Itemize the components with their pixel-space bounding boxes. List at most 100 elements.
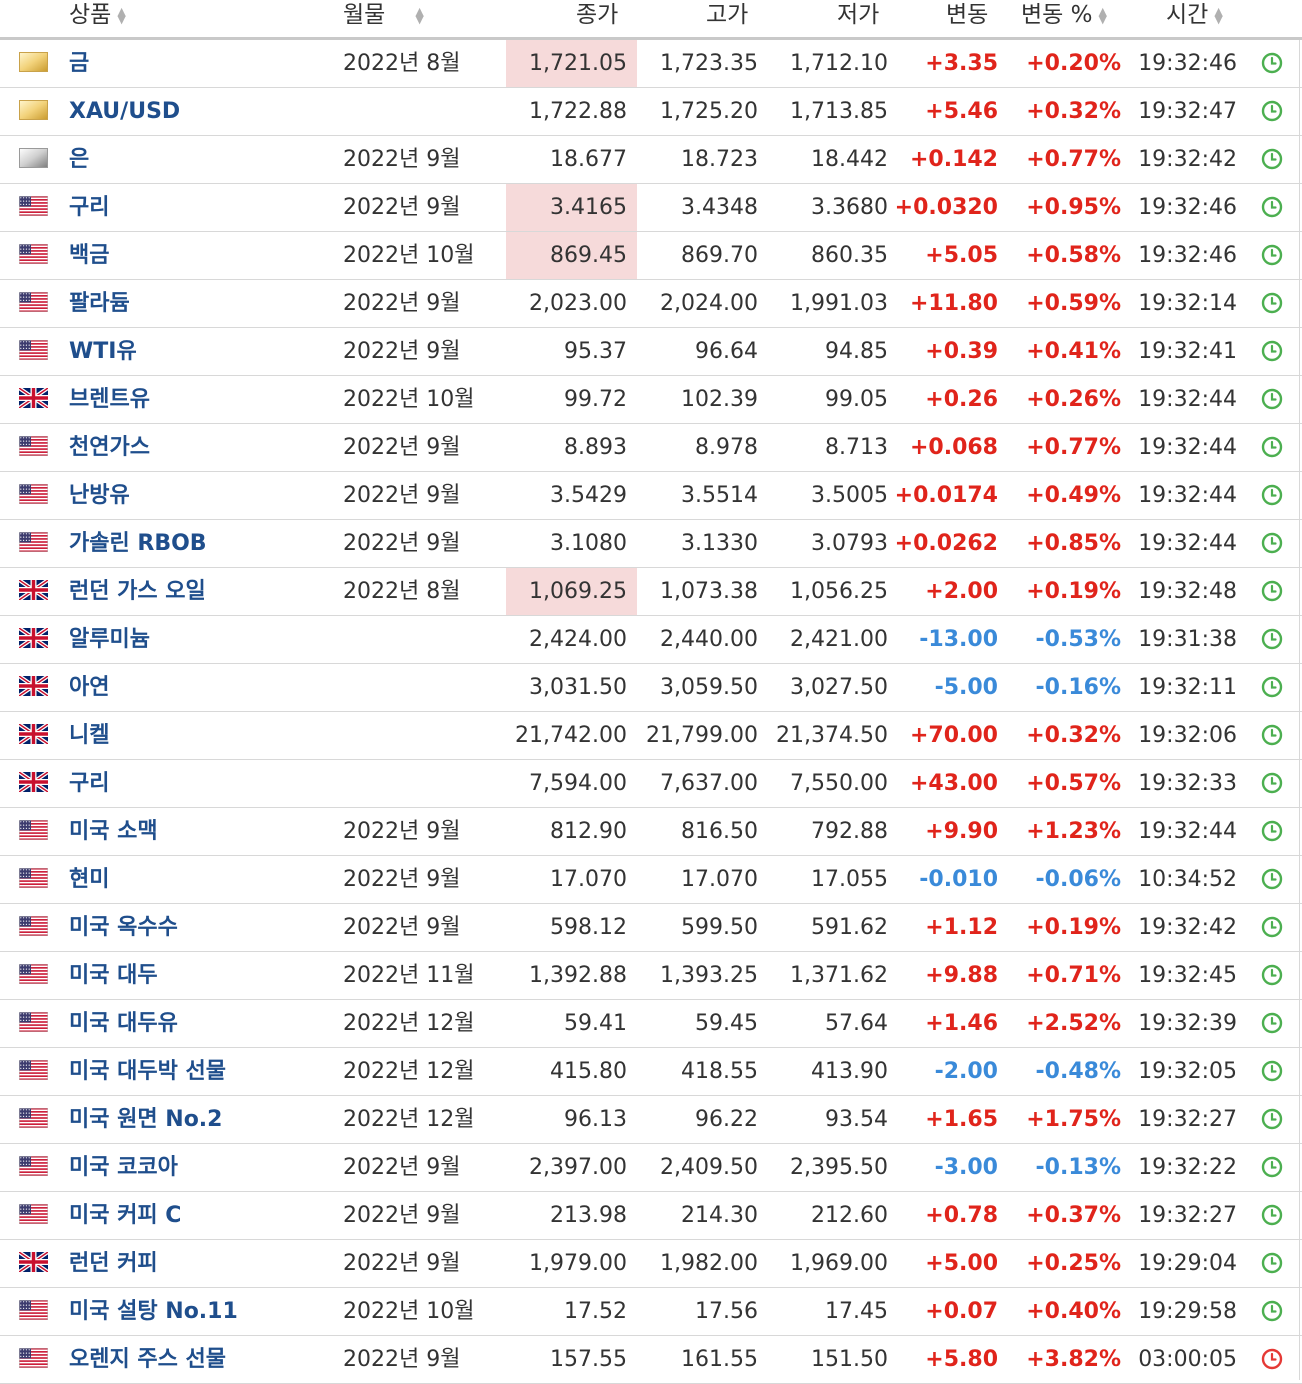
header-change[interactable]: 변동 [946, 0, 988, 37]
header-month[interactable]: 월물 ▲ ▼ [343, 0, 424, 37]
green-clock-icon [1261, 52, 1283, 74]
low-value: 94.85 [825, 339, 888, 364]
change-pct-value: +1.75% [1026, 1107, 1121, 1132]
change-value: +2.00 [925, 579, 998, 604]
table-row: 아연 3,031.50 3,059.50 3,027.50 -5.00 -0.16% 19:… [0, 664, 1302, 712]
contract-month: 2022년 9월 [343, 1203, 461, 1228]
change-value: +0.26 [925, 387, 998, 412]
header-close[interactable]: 종가 [576, 0, 618, 37]
us-flag-icon [19, 244, 48, 265]
green-clock-icon [1261, 1156, 1283, 1178]
time-value: 19:32:11 [1138, 675, 1237, 700]
instrument-link[interactable]: 천연가스 [69, 424, 150, 471]
uk-flag-icon [17, 626, 50, 650]
us-flag-icon [19, 340, 48, 361]
instrument-link[interactable]: 브렌트유 [69, 376, 150, 423]
us-flag-icon [19, 1204, 48, 1225]
header-name[interactable]: 상품 ▲ ▼ [69, 0, 126, 37]
time-value: 19:32:46 [1138, 195, 1237, 220]
header-time[interactable]: 시간 ▲ ▼ [1166, 0, 1223, 37]
instrument-link[interactable]: 미국 원면 No.2 [69, 1096, 222, 1143]
low-value: 1,712.10 [790, 51, 888, 76]
change-value: +0.142 [909, 147, 998, 172]
high-value: 18.723 [681, 147, 758, 172]
header-month-label: 월물 [343, 2, 386, 28]
change-value: -0.010 [919, 867, 998, 892]
table-row: 런던 커피 2022년 9월 1,979.00 1,982.00 1,969.00 +5.… [0, 1240, 1302, 1288]
close-value: 415.80 [550, 1059, 627, 1084]
change-value: +5.00 [925, 1251, 998, 1276]
low-value: 3.3680 [811, 195, 888, 220]
uk-flag-icon [17, 770, 50, 794]
instrument-link[interactable]: 백금 [69, 232, 109, 279]
close-value: 157.55 [550, 1347, 627, 1372]
sort-icon[interactable]: ▲ ▼ [1099, 6, 1107, 25]
header-low[interactable]: 저가 [837, 0, 879, 37]
change-pct-value: +1.23% [1026, 819, 1121, 844]
green-clock-icon [1261, 100, 1283, 122]
high-value: 1,982.00 [660, 1251, 758, 1276]
instrument-link[interactable]: 현미 [69, 856, 109, 903]
us-flag-icon [19, 436, 48, 457]
low-value: 591.62 [811, 915, 888, 940]
instrument-link[interactable]: 금 [69, 40, 89, 87]
header-name-label: 상품 [69, 2, 112, 28]
instrument-link[interactable]: 미국 소맥 [69, 808, 158, 855]
instrument-link[interactable]: 은 [69, 136, 89, 183]
header-change-pct[interactable]: 변동 % ▲ ▼ [1021, 0, 1107, 37]
instrument-link[interactable]: 구리 [69, 760, 109, 807]
low-value: 860.35 [811, 243, 888, 268]
instrument-link[interactable]: 구리 [69, 184, 109, 231]
instrument-link[interactable]: 런던 가스 오일 [69, 568, 206, 615]
change-value: +1.46 [925, 1011, 998, 1036]
instrument-link[interactable]: XAU/USD [69, 88, 180, 135]
high-value: 3.5514 [681, 483, 758, 508]
instrument-link[interactable]: 미국 코코아 [69, 1144, 178, 1191]
sort-icon[interactable]: ▲ ▼ [117, 6, 125, 25]
table-row: 팔라듐 2022년 9월 2,023.00 2,024.00 1,991.03 +11.8… [0, 280, 1302, 328]
red-clock-icon [1261, 1348, 1283, 1370]
instrument-link[interactable]: 가솔린 RBOB [69, 520, 207, 567]
change-value: +1.12 [925, 915, 998, 940]
instrument-link[interactable]: 오렌지 주스 선물 [69, 1336, 226, 1383]
instrument-link[interactable]: 미국 대두유 [69, 1000, 178, 1047]
green-clock-icon [1261, 388, 1283, 410]
time-value: 19:32:27 [1138, 1203, 1237, 1228]
time-value: 19:32:45 [1138, 963, 1237, 988]
high-value: 1,073.38 [660, 579, 758, 604]
change-pct-value: +0.19% [1026, 579, 1121, 604]
instrument-link[interactable]: 아연 [69, 664, 109, 711]
high-value: 17.070 [681, 867, 758, 892]
high-value: 59.45 [695, 1011, 758, 1036]
time-value: 19:32:44 [1138, 531, 1237, 556]
instrument-link[interactable]: 난방유 [69, 472, 130, 519]
sort-icon[interactable]: ▲ ▼ [415, 6, 423, 25]
instrument-link[interactable]: 런던 커피 [69, 1240, 158, 1287]
instrument-link[interactable]: 미국 설탕 No.11 [69, 1288, 238, 1335]
high-value: 418.55 [681, 1059, 758, 1084]
instrument-link[interactable]: 미국 대두박 선물 [69, 1048, 226, 1095]
gold-flag-icon [19, 100, 48, 120]
high-value: 3.1330 [681, 531, 758, 556]
contract-month: 2022년 8월 [343, 51, 461, 76]
green-clock-icon [1261, 1060, 1283, 1082]
instrument-link[interactable]: 미국 옥수수 [69, 904, 178, 951]
instrument-link[interactable]: 팔라듐 [69, 280, 130, 327]
instrument-link[interactable]: 미국 대두 [69, 952, 158, 999]
change-pct-value: +0.40% [1026, 1299, 1121, 1324]
high-value: 21,799.00 [646, 723, 758, 748]
instrument-link[interactable]: 니켈 [69, 712, 109, 759]
green-clock-icon [1261, 436, 1283, 458]
green-clock-icon [1261, 1300, 1283, 1322]
green-clock-icon [1261, 1252, 1283, 1274]
change-value: +9.90 [925, 819, 998, 844]
instrument-link[interactable]: WTI유 [69, 328, 137, 375]
instrument-link[interactable]: 미국 커피 C [69, 1192, 181, 1239]
sort-icon[interactable]: ▲ ▼ [1214, 6, 1222, 25]
table-row: 미국 원면 No.2 2022년 12월 96.13 96.22 93.54 +1.65 +… [0, 1096, 1302, 1144]
header-high[interactable]: 고가 [706, 0, 748, 37]
instrument-link[interactable]: 알루미늄 [69, 616, 150, 663]
contract-month: 2022년 9월 [343, 1251, 461, 1276]
time-value: 19:32:27 [1138, 1107, 1237, 1132]
contract-month: 2022년 12월 [343, 1011, 475, 1036]
